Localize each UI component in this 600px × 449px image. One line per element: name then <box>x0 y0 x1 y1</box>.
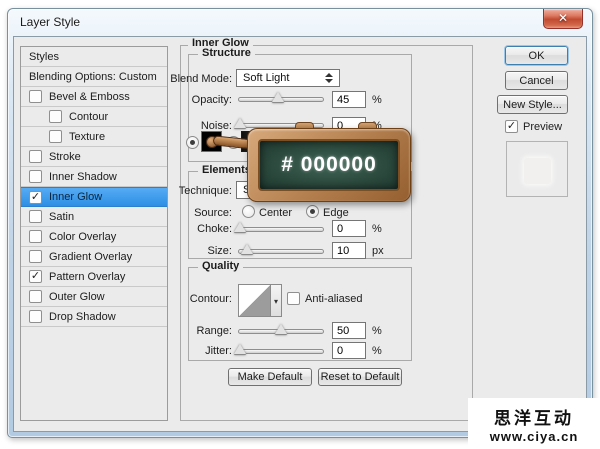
new-style-button[interactable]: New Style... <box>497 95 568 114</box>
watermark-name: 思洋互动 <box>494 408 574 428</box>
checkbox-drop-shadow[interactable] <box>29 310 42 323</box>
source-label: Source: <box>194 207 232 219</box>
style-preview-box <box>506 141 568 197</box>
jitter-slider-track[interactable] <box>238 349 324 354</box>
size-label: Size: <box>207 245 232 257</box>
range-slider-thumb[interactable] <box>275 324 287 334</box>
title-bar[interactable]: Layer Style ✕ <box>8 9 592 36</box>
choke-slider-track[interactable] <box>238 227 324 232</box>
sidebar-item-stroke[interactable]: Stroke <box>21 147 167 167</box>
contour-label: Contour: <box>189 293 232 305</box>
source-center-label: Center <box>259 207 293 219</box>
screenshot-stage: Layer Style ✕ Styles Blending Options: C… <box>0 0 600 449</box>
sidebar-item-inner-shadow[interactable]: Inner Shadow <box>21 167 167 187</box>
opacity-value-input[interactable] <box>332 91 366 108</box>
reset-to-default-button[interactable]: Reset to Default <box>318 368 402 386</box>
style-preview-thumbnail <box>524 158 551 184</box>
glow-color-radio[interactable] <box>186 136 199 149</box>
quality-legend: Quality <box>198 260 244 272</box>
source-edge-label: Edge <box>323 207 349 219</box>
dialog-content: Styles Blending Options: Custom Bevel & … <box>13 36 587 432</box>
styles-header-label: Styles <box>29 50 59 63</box>
checkbox-satin[interactable] <box>29 210 42 223</box>
choke-unit: % <box>372 223 382 235</box>
checkbox-bevel-emboss[interactable] <box>29 90 42 103</box>
checkbox-outer-glow[interactable] <box>29 290 42 303</box>
choke-label: Choke: <box>197 223 232 235</box>
opacity-unit: % <box>372 94 382 106</box>
jitter-slider-thumb[interactable] <box>234 344 246 354</box>
cancel-button[interactable]: Cancel <box>505 71 568 90</box>
jitter-label: Jitter: <box>205 345 232 357</box>
structure-legend: Structure <box>198 47 255 59</box>
blend-mode-dropdown[interactable]: Soft Light <box>236 69 340 87</box>
dialog-title: Layer Style <box>20 15 81 29</box>
choke-value-input[interactable] <box>332 220 366 237</box>
checkbox-inner-shadow[interactable] <box>29 170 42 183</box>
blend-mode-label: Blend Mode: <box>170 73 232 85</box>
ok-button[interactable]: OK <box>505 46 568 65</box>
checkbox-contour[interactable] <box>49 110 62 123</box>
opacity-label: Opacity: <box>191 94 232 106</box>
make-default-button[interactable]: Make Default <box>228 368 312 386</box>
layer-style-dialog: Layer Style ✕ Styles Blending Options: C… <box>7 8 593 438</box>
preview-checkbox[interactable]: ✓ <box>505 120 518 133</box>
range-value-input[interactable] <box>332 322 366 339</box>
size-unit: px <box>372 245 384 257</box>
checkbox-color-overlay[interactable] <box>29 230 42 243</box>
technique-label: Technique: <box>178 185 232 197</box>
check-icon: ✓ <box>506 120 517 132</box>
antialiased-label: Anti-aliased <box>305 293 363 305</box>
choke-slider-thumb[interactable] <box>234 222 246 232</box>
chalkboard: # 000000 <box>258 139 400 191</box>
sidebar-filler <box>21 327 167 420</box>
updown-arrows-icon <box>325 73 333 83</box>
chalkboard-frame: # 000000 <box>247 128 411 202</box>
jitter-unit: % <box>372 345 382 357</box>
hex-color-value: # 000000 <box>281 153 377 176</box>
check-icon: ✓ <box>30 270 41 282</box>
source-center-radio[interactable] <box>242 205 255 218</box>
size-slider-thumb[interactable] <box>241 244 253 254</box>
checkbox-inner-glow[interactable]: ✓ <box>29 190 42 204</box>
source-edge-radio[interactable] <box>306 205 319 218</box>
preview-label: Preview <box>523 121 563 133</box>
check-icon: ✓ <box>30 190 41 203</box>
close-button[interactable]: ✕ <box>543 9 583 29</box>
sidebar-header-styles: Styles <box>21 47 167 67</box>
range-unit: % <box>372 325 382 337</box>
range-label: Range: <box>196 325 232 337</box>
close-icon: ✕ <box>557 11 569 25</box>
checkbox-gradient-overlay[interactable] <box>29 250 42 263</box>
watermark: 思洋互动 www.ciya.cn <box>468 398 600 449</box>
contour-dropdown-arrow-icon[interactable]: ▾ <box>271 284 282 317</box>
antialiased-checkbox[interactable] <box>287 292 300 305</box>
sidebar-item-drop-shadow[interactable]: Drop Shadow <box>21 307 167 327</box>
opacity-slider-thumb[interactable] <box>272 92 284 102</box>
size-value-input[interactable] <box>332 242 366 259</box>
checkbox-texture[interactable] <box>49 130 62 143</box>
contour-thumbnail[interactable] <box>238 284 271 317</box>
jitter-value-input[interactable] <box>332 342 366 359</box>
noise-slider-thumb[interactable] <box>234 118 246 128</box>
sidebar-item-pattern-overlay[interactable]: ✓ Pattern Overlay <box>21 267 167 287</box>
checkbox-pattern-overlay[interactable]: ✓ <box>29 270 42 283</box>
checkbox-stroke[interactable] <box>29 150 42 163</box>
watermark-url: www.ciya.cn <box>489 428 579 444</box>
